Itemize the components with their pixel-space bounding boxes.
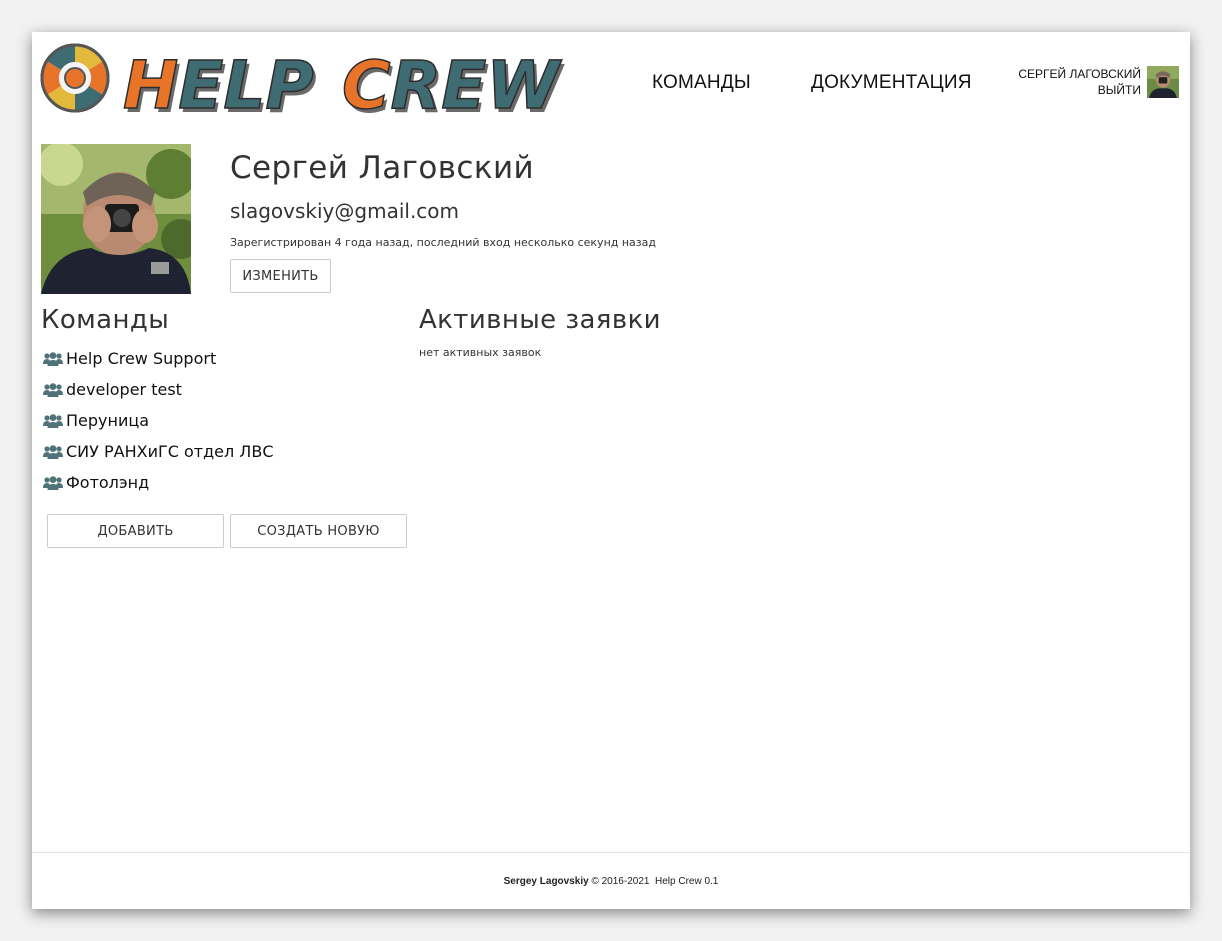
- users-icon: [43, 382, 63, 397]
- team-item[interactable]: Help Crew Support: [43, 343, 273, 374]
- nav-docs-link[interactable]: ДОКУМЕНТАЦИЯ: [811, 72, 972, 94]
- footer-copyright: © 2016-2021: [591, 876, 650, 887]
- profile-email: slagovskiy@gmail.com: [230, 199, 460, 223]
- active-requests-title: Активные заявки: [419, 305, 661, 335]
- footer-author: Sergey Lagovskiy: [503, 876, 589, 887]
- users-icon: [43, 413, 63, 428]
- users-icon: [43, 475, 63, 490]
- team-item[interactable]: Перуница: [43, 405, 273, 436]
- svg-text:HELP: HELP: [123, 47, 314, 120]
- team-label: Фотолэнд: [66, 473, 150, 492]
- team-item[interactable]: Фотолэнд: [43, 467, 273, 498]
- avatar-photo: [1147, 66, 1179, 98]
- header: HELP HELP CREW CREW КОМАНДЫ ДОКУМЕНТАЦИЯ…: [32, 32, 1190, 132]
- page: HELP HELP CREW CREW КОМАНДЫ ДОКУМЕНТАЦИЯ…: [32, 32, 1190, 909]
- team-item[interactable]: developer test: [43, 374, 273, 405]
- user-menu: СЕРГЕЙ ЛАГОВСКИЙ ВЫЙТИ: [1018, 66, 1141, 98]
- profile-meta: Зарегистрирован 4 года назад, последний …: [230, 236, 656, 249]
- team-label: СИУ РАНХиГС отдел ЛВС: [66, 442, 274, 461]
- profile-photo: [41, 144, 191, 294]
- profile-name: Сергей Лаговский: [230, 150, 535, 186]
- svg-text:CREW: CREW: [342, 47, 562, 120]
- create-team-button[interactable]: СОЗДАТЬ НОВУЮ: [230, 514, 407, 548]
- footer: Sergey Lagovskiy © 2016-2021 Help Crew 0…: [32, 876, 1190, 887]
- footer-app-version: Help Crew 0.1: [655, 876, 719, 887]
- teams-title: Команды: [41, 305, 170, 335]
- logout-link[interactable]: ВЫЙТИ: [1018, 82, 1141, 98]
- teams-list: Help Crew Support developer test Перуниц…: [43, 343, 273, 498]
- users-icon: [43, 351, 63, 366]
- footer-divider: [32, 852, 1190, 853]
- team-label: Перуница: [66, 411, 150, 430]
- users-icon: [43, 444, 63, 459]
- no-requests-text: нет активных заявок: [419, 346, 542, 359]
- edit-profile-button[interactable]: ИЗМЕНИТЬ: [230, 259, 331, 293]
- team-item[interactable]: СИУ РАНХиГС отдел ЛВС: [43, 436, 273, 467]
- help-crew-logo[interactable]: HELP HELP CREW CREW: [37, 40, 567, 120]
- user-avatar[interactable]: [1147, 66, 1179, 98]
- team-label: developer test: [66, 380, 182, 399]
- add-team-button[interactable]: ДОБАВИТЬ: [47, 514, 224, 548]
- user-name-link[interactable]: СЕРГЕЙ ЛАГОВСКИЙ: [1018, 66, 1141, 82]
- team-label: Help Crew Support: [66, 349, 217, 368]
- nav-teams-link[interactable]: КОМАНДЫ: [652, 72, 751, 94]
